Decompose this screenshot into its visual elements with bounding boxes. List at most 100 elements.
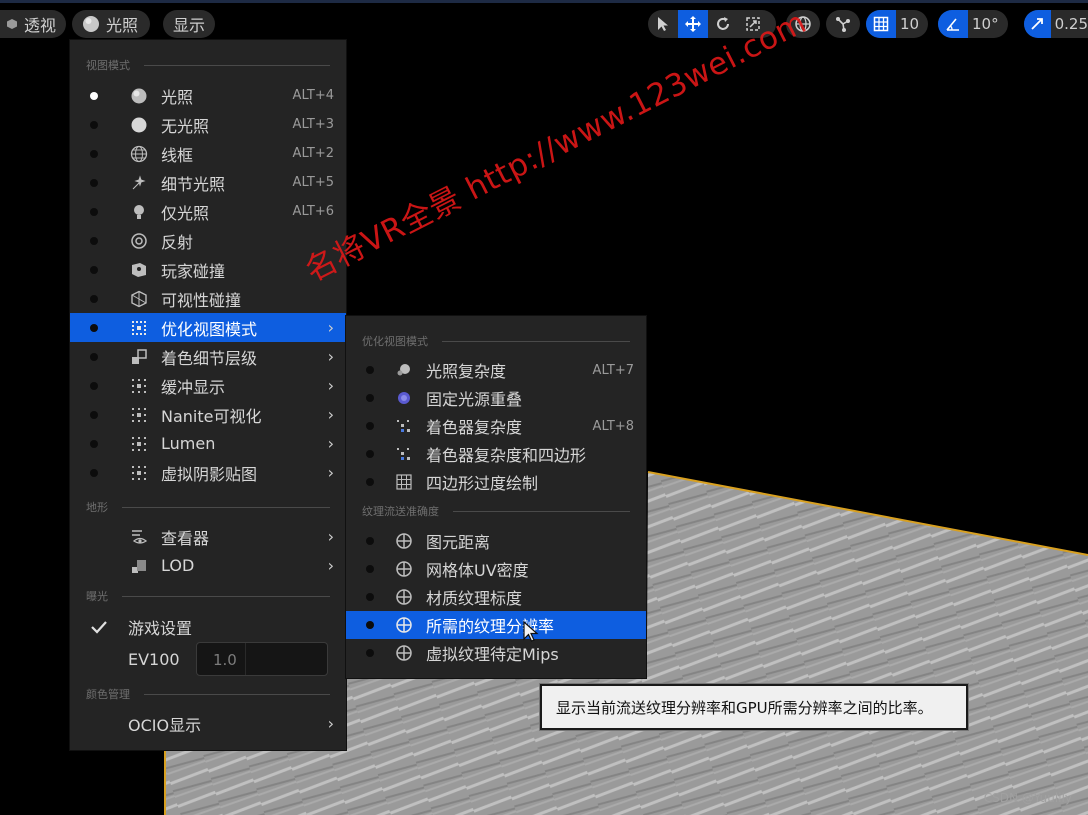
submenu-item-shader-complexity[interactable]: 着色器复杂度 ALT+8 [346, 412, 646, 440]
ev100-input[interactable]: 1.0 [196, 642, 328, 676]
rotation-snap-group[interactable]: 10° [938, 10, 1008, 38]
tooltip-text: 显示当前流送纹理分辨率和GPU所需分辨率之间的比率。 [556, 698, 933, 717]
move-arrows-icon [685, 16, 701, 32]
chevron-right-icon: › [327, 463, 334, 482]
menu-item-lumen[interactable]: Lumen › [70, 429, 346, 458]
scale-snap-value: 0.25 [1054, 15, 1088, 33]
submenu-item-light-complexity[interactable]: 光照复杂度 ALT+7 [346, 356, 646, 384]
radio-dot [90, 207, 98, 216]
cube-icon [6, 18, 18, 30]
light-overlap-icon [394, 388, 414, 408]
reflection-sphere-icon [129, 231, 149, 251]
section-header-view-mode: 视图模式 [86, 58, 330, 72]
scale-snap-button[interactable] [1024, 10, 1051, 38]
menu-item-buffer-visualization[interactable]: 缓冲显示 › [70, 371, 346, 400]
chevron-right-icon: › [327, 714, 334, 733]
angle-icon [946, 18, 959, 31]
menu-item-viewer[interactable]: 查看器 › [70, 522, 346, 551]
radio-dot [90, 265, 98, 274]
lit-sphere-icon [82, 15, 100, 33]
radio-dot [366, 394, 374, 402]
chevron-right-icon: › [327, 376, 334, 395]
view-mode-label: 光照 [106, 16, 139, 35]
surface-snapping-icon [836, 17, 850, 32]
shader-complexity-quads-icon [394, 444, 414, 464]
rotation-snap-button[interactable] [938, 10, 968, 38]
cursor-arrow-icon [658, 17, 668, 31]
grid-icon [873, 16, 889, 32]
menu-item-unlit[interactable]: 无光照 ALT+3 [70, 110, 346, 139]
grid-snap-group[interactable]: 10 [866, 10, 928, 38]
radio-dot [366, 366, 374, 374]
submenu-item-mesh-uv-density[interactable]: 网格体UV密度 [346, 555, 646, 583]
grid-snap-value: 10 [900, 15, 920, 33]
dotted-grid-icon [129, 405, 149, 425]
menu-item-lit[interactable]: 光照 ALT+4 [70, 81, 346, 110]
unlit-sphere-icon [129, 115, 149, 135]
submenu-item-quad-overdraw[interactable]: 四边形过度绘制 [346, 468, 646, 496]
submenu-item-stationary-light-overlap[interactable]: 固定光源重叠 [346, 384, 646, 412]
light-complexity-icon [394, 360, 414, 380]
submenu-item-primitive-distance[interactable]: 图元距离 [346, 527, 646, 555]
crosshair-circle-icon [394, 643, 414, 663]
radio-dot [366, 537, 374, 545]
lod-coloration-icon [129, 347, 149, 367]
shader-complexity-icon [394, 416, 414, 436]
menu-item-lod-coloration[interactable]: 着色细节层级 › [70, 342, 346, 371]
menu-item-wireframe[interactable]: 线框 ALT+2 [70, 139, 346, 168]
menu-item-nanite-visualization[interactable]: Nanite可视化 › [70, 400, 346, 429]
ev100-label: EV100 [128, 650, 180, 669]
eye-list-icon [129, 527, 149, 547]
menu-item-visibility-collision[interactable]: 可视性碰撞 [70, 284, 346, 313]
scale-snap-group[interactable]: 0.25 [1024, 10, 1088, 38]
crosshair-circle-icon [394, 587, 414, 607]
light-bulb-icon [129, 202, 149, 222]
ev100-divider [245, 643, 246, 675]
submenu-item-required-texture-resolution[interactable]: 所需的纹理分辨率 [346, 611, 646, 639]
radio-dot [90, 352, 98, 361]
select-tool-button[interactable] [648, 10, 678, 38]
radio-dot [90, 410, 98, 419]
menu-item-virtual-shadow-maps[interactable]: 虚拟阴影贴图 › [70, 458, 346, 487]
section-header-texture-streaming: 纹理流送准确度 [362, 504, 630, 518]
menu-item-game-settings[interactable]: 游戏设置 [70, 612, 346, 641]
submenu-item-virtual-texture-pending-mips[interactable]: 虚拟纹理待定Mips [346, 639, 646, 667]
dotted-grid-icon [129, 434, 149, 454]
chevron-right-icon: › [327, 527, 334, 546]
crosshair-circle-icon [394, 531, 414, 551]
dotted-grid-icon [129, 463, 149, 483]
radio-dot [90, 323, 98, 332]
radio-dot [366, 478, 374, 486]
top-edge-line [0, 0, 1088, 3]
surface-snap-toggle[interactable] [826, 10, 860, 38]
menu-item-optimization-viewmodes[interactable]: 优化视图模式 › [70, 313, 346, 342]
ev100-value: 1.0 [213, 651, 237, 669]
section-header-terrain: 地形 [86, 500, 330, 514]
section-header-color-management: 颜色管理 [86, 687, 330, 701]
translate-tool-button[interactable] [678, 10, 708, 38]
grid-snap-button[interactable] [866, 10, 896, 38]
scale-arrow-icon [1031, 18, 1044, 30]
radio-dot [366, 565, 374, 573]
submenu-item-shader-complexity-quads[interactable]: 着色器复杂度和四边形 [346, 440, 646, 468]
detail-lighting-icon [129, 173, 149, 193]
show-button[interactable]: 显示 [163, 10, 215, 38]
crosshair-circle-icon [394, 559, 414, 579]
perspective-button[interactable]: 透视 [0, 10, 67, 38]
radio-dot [90, 120, 98, 129]
view-mode-button[interactable]: 光照 [72, 10, 150, 38]
chevron-right-icon: › [327, 347, 334, 366]
radio-dot [90, 381, 98, 390]
section-header-optimization: 优化视图模式 [362, 334, 630, 348]
submenu-item-material-texture-scale[interactable]: 材质纹理标度 [346, 583, 646, 611]
radio-dot [366, 593, 374, 601]
lod-icon [129, 556, 149, 576]
chevron-right-icon: › [327, 434, 334, 453]
credit-text: CSDN @Yuulily [983, 791, 1072, 805]
menu-item-lod[interactable]: LOD › [70, 551, 346, 580]
watermark-text: 名将VR全景 http://www.123wei.com [299, 4, 813, 290]
menu-item-lighting-only[interactable]: 仅光照 ALT+6 [70, 197, 346, 226]
menu-item-ocio-display[interactable]: OCIO显示 › [70, 709, 346, 738]
rotation-snap-value: 10° [972, 15, 999, 33]
menu-item-detail-lighting[interactable]: 细节光照 ALT+5 [70, 168, 346, 197]
